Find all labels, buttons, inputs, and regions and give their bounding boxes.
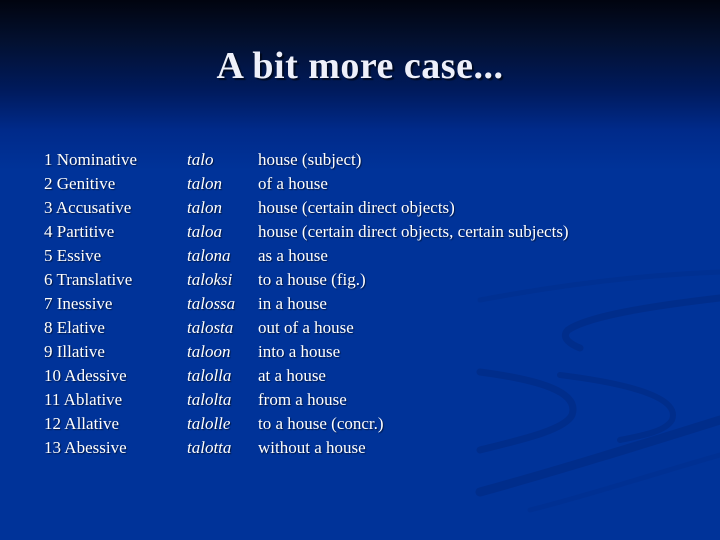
- case-row: 13 Abessive talotta without a house: [0, 436, 720, 460]
- case-meaning: at a house: [258, 366, 326, 385]
- case-meaning: of a house: [258, 174, 328, 193]
- case-name: 5 Essive: [44, 246, 102, 265]
- case-row: 8 Elative talosta out of a house: [0, 316, 720, 340]
- case-row: 9 Illative taloon into a house: [0, 340, 720, 364]
- slide-title: A bit more case...: [216, 45, 504, 87]
- case-meaning: as a house: [258, 246, 328, 265]
- case-name: 4 Partitive: [44, 222, 115, 241]
- case-name: 9 Illative: [44, 342, 105, 361]
- case-form: talon: [187, 198, 222, 217]
- case-meaning: to a house (fig.): [258, 270, 366, 289]
- case-form: talo: [187, 150, 214, 169]
- case-name: 2 Genitive: [44, 174, 116, 193]
- case-name: 6 Translative: [44, 270, 133, 289]
- case-meaning: to a house (concr.): [258, 414, 384, 433]
- case-row: 3 Accusative talon house (certain direct o…: [0, 196, 720, 220]
- case-name: 1 Nominative: [44, 150, 138, 169]
- case-meaning: house (subject): [258, 150, 362, 169]
- case-form: talolla: [187, 366, 232, 385]
- case-row: 10 Adessive talolla at a house: [0, 364, 720, 388]
- case-form: talona: [187, 246, 231, 265]
- case-form: taloa: [187, 222, 222, 241]
- case-row: 12 Allative talolle to a house (concr.): [0, 412, 720, 436]
- case-row: 7 Inessive talossa in a house: [0, 292, 720, 316]
- case-meaning: house (certain direct objects, certain s…: [258, 222, 569, 241]
- case-meaning: into a house: [258, 342, 341, 361]
- case-row: 11 Ablative talolta from a house: [0, 388, 720, 412]
- case-name: 3 Accusative: [44, 198, 132, 217]
- case-row: 2 Genitive talon of a house: [0, 172, 720, 196]
- case-name: 13 Abessive: [44, 438, 127, 457]
- case-name: 10 Adessive: [44, 366, 127, 385]
- case-form: talossa: [187, 294, 236, 313]
- case-form: talosta: [187, 318, 234, 337]
- case-row: 1 Nominative talo house (subject): [0, 148, 720, 172]
- case-name: 7 Inessive: [44, 294, 113, 313]
- case-form: taloksi: [187, 270, 233, 289]
- case-form: taloon: [187, 342, 231, 361]
- case-form: talolle: [187, 414, 231, 433]
- case-meaning: house (certain direct objects): [258, 198, 455, 217]
- case-meaning: without a house: [258, 438, 366, 457]
- case-name: 8 Elative: [44, 318, 105, 337]
- case-name: 12 Allative: [44, 414, 120, 433]
- case-row: 6 Translative taloksi to a house (fig.): [0, 268, 720, 292]
- case-meaning: in a house: [258, 294, 327, 313]
- case-form: talon: [187, 174, 222, 193]
- case-meaning: from a house: [258, 390, 347, 409]
- case-meaning: out of a house: [258, 318, 354, 337]
- case-row: 5 Essive talona as a house: [0, 244, 720, 268]
- case-row: 4 Partitive taloa house (certain direct ob…: [0, 220, 720, 244]
- case-form: talolta: [187, 390, 232, 409]
- case-name: 11 Ablative: [44, 390, 123, 409]
- case-form: talotta: [187, 438, 232, 457]
